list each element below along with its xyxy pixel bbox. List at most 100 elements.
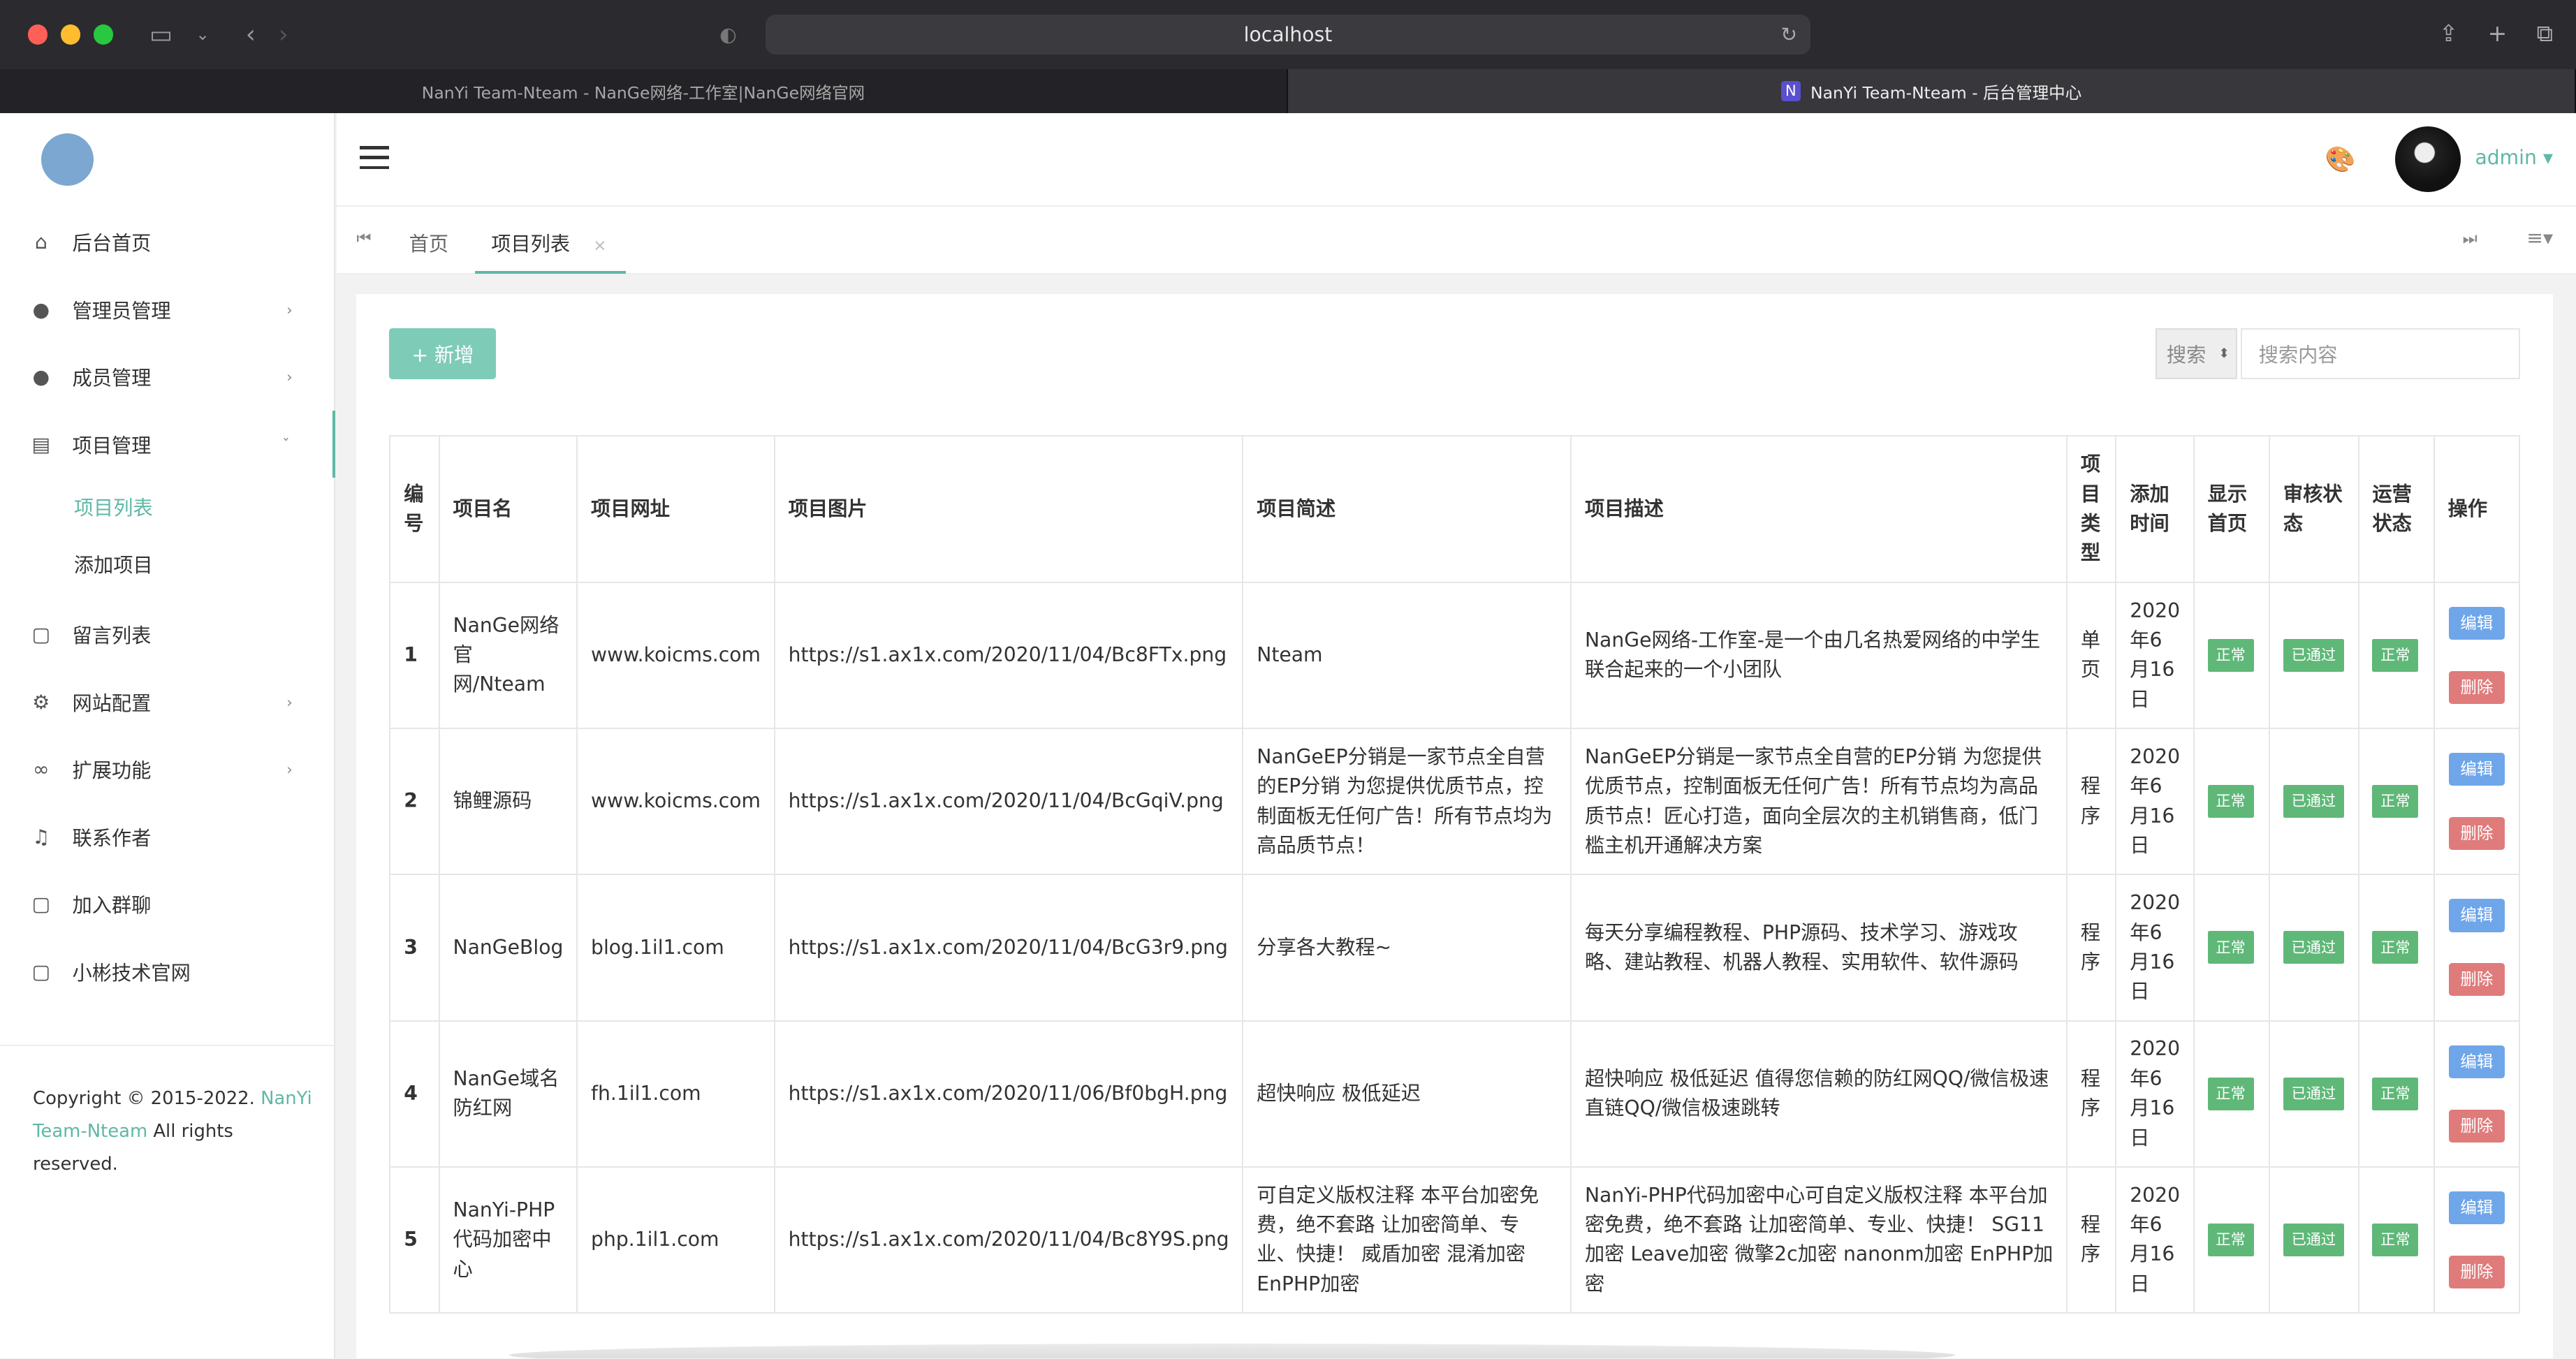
search-input[interactable]: 搜索内容	[2241, 328, 2520, 380]
sidebar-item-label: 扩展功能	[72, 759, 152, 783]
sidebar-item-join-group[interactable]: ▢ 加入群聊	[0, 870, 335, 937]
window-controls	[27, 24, 114, 45]
chat-icon: ▢	[31, 892, 51, 916]
tab-menu-icon[interactable]: ≡▾	[2526, 226, 2553, 249]
close-icon[interactable]: ×	[593, 235, 607, 255]
column-header: 操作	[2433, 435, 2520, 583]
maximize-window-button[interactable]	[94, 24, 114, 45]
cell-date: 2020年6月16日	[2115, 1020, 2195, 1168]
cell-brief: 分享各大教程~	[1242, 874, 1572, 1022]
scroll-right-icon[interactable]: ⏭	[2463, 228, 2478, 248]
edit-button[interactable]: 编辑	[2448, 1045, 2505, 1078]
minimize-window-button[interactable]	[61, 24, 81, 45]
add-button[interactable]: + 新增	[389, 328, 497, 380]
tabs-overview-icon[interactable]: ⧉	[2537, 20, 2554, 47]
edit-button[interactable]: 编辑	[2448, 606, 2505, 640]
cell-type: 程序	[2066, 727, 2117, 876]
share-icon[interactable]: ⇪	[2439, 20, 2459, 47]
table-row: 5 NanYi-PHP代码加密中心 php.1il1.com https://s…	[389, 1166, 2520, 1314]
cell-name: NanGe网络官网/Nteam	[438, 581, 578, 729]
column-header: 项目名	[438, 435, 578, 583]
cell-actions: 编辑 删除	[2433, 1166, 2520, 1314]
sidebar-item-messages[interactable]: ▢ 留言列表	[0, 601, 335, 668]
cell-url: www.koicms.com	[576, 581, 775, 729]
sidebar-item-official-site[interactable]: ▢ 小彬技术官网	[0, 938, 335, 1005]
scroll-left-icon[interactable]: ⏮	[356, 228, 371, 248]
site-logo[interactable]	[41, 133, 94, 186]
divider	[0, 1044, 334, 1046]
menu-toggle-icon[interactable]	[360, 146, 390, 175]
sidebar-item-contact[interactable]: ♫ 联系作者	[0, 803, 335, 870]
cell-op: 正常	[2357, 874, 2435, 1022]
cell-url: php.1il1.com	[576, 1166, 775, 1314]
book-icon: ▤	[31, 432, 51, 456]
column-header: 显示首页	[2193, 435, 2271, 583]
cell-date: 2020年6月16日	[2115, 581, 2195, 729]
cell-url: fh.1il1.com	[576, 1020, 775, 1168]
palette-icon[interactable]: 🎨	[2325, 145, 2356, 174]
delete-button[interactable]: 删除	[2448, 963, 2505, 997]
delete-button[interactable]: 删除	[2448, 1109, 2505, 1143]
main-content: + 新增 搜索 ⬍ 搜索内容 编号 项目名 项目网址 项目图片 项目简述 项目描述…	[356, 294, 2553, 1359]
sidebar-item-admins[interactable]: ● 管理员管理 ›	[0, 276, 335, 343]
sidebar-item-projects[interactable]: ▤ 项目管理 ˇ	[0, 410, 335, 478]
edit-button[interactable]: 编辑	[2448, 1191, 2505, 1225]
username: admin	[2475, 146, 2537, 170]
sidebar: ⌂ 后台首页 ● 管理员管理 › ● 成员管理 › ▤ 项目管理 ˇ 项目列表 添加项目 ▢ 留…	[0, 113, 335, 1359]
cell-id: 1	[389, 581, 440, 729]
close-window-button[interactable]	[27, 24, 48, 45]
table-row: 1 NanGe网络官网/Nteam www.koicms.com https:/…	[389, 581, 2520, 729]
user-menu[interactable]: admin ▾	[2475, 146, 2553, 169]
tab-home[interactable]: 首页	[409, 228, 448, 257]
sidebar-item-label: 小彬技术官网	[72, 961, 191, 985]
delete-button[interactable]: 删除	[2448, 816, 2505, 850]
cell-id: 3	[389, 874, 440, 1022]
cell-desc: NanGeEP分销是一家节点全自营的EP分销 为您提供优质节点，控制面板无任何广…	[1570, 727, 2068, 876]
sidebar-subitem-add-project[interactable]: 添加项目	[0, 536, 335, 593]
status-badge: 正常	[2372, 1223, 2419, 1256]
avatar[interactable]	[2395, 126, 2461, 193]
status-badge: 正常	[2207, 785, 2254, 818]
sidebar-item-extensions[interactable]: ∞ 扩展功能 ›	[0, 736, 335, 803]
column-header: 项目类型	[2066, 435, 2117, 583]
cell-actions: 编辑 删除	[2433, 874, 2520, 1022]
sidebar-item-site-config[interactable]: ⚙ 网站配置 ›	[0, 668, 335, 735]
address-bar[interactable]: localhost ↻	[766, 15, 1810, 54]
new-tab-icon[interactable]: +	[2488, 20, 2508, 47]
tab-title: NanYi Team-Nteam - NanGe网络-工作室|NanGe网络官网	[421, 82, 865, 103]
column-header: 项目网址	[576, 435, 775, 583]
edit-button[interactable]: 编辑	[2448, 753, 2505, 786]
search-select[interactable]: 搜索 ⬍	[2155, 328, 2238, 380]
browser-tab-active[interactable]: N NanYi Team-Nteam - 后台管理中心	[1287, 68, 2576, 114]
cell-url: blog.1il1.com	[576, 874, 775, 1022]
tab-title: NanYi Team-Nteam - 后台管理中心	[1810, 82, 2082, 103]
column-header: 项目图片	[773, 435, 1244, 583]
cell-audit: 已通过	[2269, 581, 2359, 729]
delete-button[interactable]: 删除	[2448, 670, 2505, 704]
cell-brief: 可自定义版权注释 本平台加密免费，绝不套路 让加密简单、专业、快捷！ 威盾加密 …	[1242, 1166, 1572, 1314]
sidebar-item-members[interactable]: ● 成员管理 ›	[0, 344, 335, 411]
table-row: 2 锦鲤源码 www.koicms.com https://s1.ax1x.co…	[389, 727, 2520, 876]
forward-icon[interactable]: ›	[279, 20, 288, 49]
cell-op: 正常	[2357, 581, 2435, 729]
sidebar-toggle-icon[interactable]: ▭	[149, 20, 173, 49]
cell-desc: 超快响应 极低延迟 值得您信赖的防红网QQ/微信极速直链QQ/微信极速跳转	[1570, 1020, 2068, 1168]
user-icon: ●	[32, 365, 50, 389]
cell-audit: 已通过	[2269, 874, 2359, 1022]
reload-icon[interactable]: ↻	[1780, 23, 1797, 46]
back-icon[interactable]: ‹	[246, 20, 256, 49]
sidebar-item-label: 管理员管理	[72, 299, 171, 323]
cell-desc: NanYi-PHP代码加密中心可自定义版权注释 本平台加密免费，绝不套路 让加密…	[1570, 1166, 2068, 1314]
browser-toolbar: ▭ ⌄ ‹ › ◐ localhost ↻ ⇪ + ⧉	[0, 0, 2576, 69]
cell-desc: NanGe网络-工作室-是一个由几名热爱网络的中学生联合起来的一个小团队	[1570, 581, 2068, 729]
tab-project-list[interactable]: 首页项目列表×	[491, 228, 607, 257]
sidebar-item-home[interactable]: ⌂ 后台首页	[0, 209, 335, 276]
chevron-down-icon[interactable]: ⌄	[196, 24, 210, 44]
cell-audit: 已通过	[2269, 1166, 2359, 1314]
sidebar-subitem-project-list[interactable]: 项目列表	[0, 478, 335, 535]
table-header-row: 编号 项目名 项目网址 项目图片 项目简述 项目描述 项目类型 添加时间 显示首…	[389, 435, 2520, 583]
user-icon: ●	[32, 297, 50, 321]
delete-button[interactable]: 删除	[2448, 1255, 2505, 1288]
edit-button[interactable]: 编辑	[2448, 899, 2505, 932]
browser-tab[interactable]: NanYi Team-Nteam - NanGe网络-工作室|NanGe网络官网	[0, 68, 1288, 114]
